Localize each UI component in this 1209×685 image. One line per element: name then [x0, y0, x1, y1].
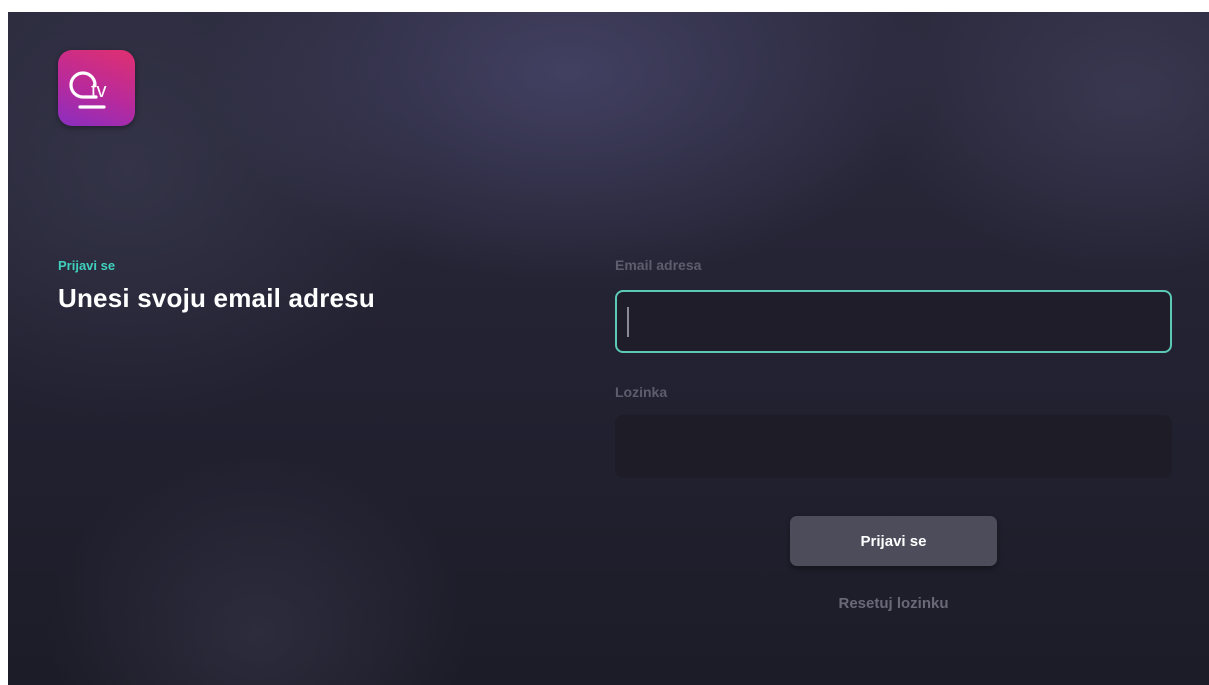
password-field[interactable] — [615, 415, 1172, 478]
reset-password-link[interactable]: Resetuj lozinku — [790, 595, 997, 612]
email-label: Email adresa — [615, 257, 702, 273]
text-caret — [627, 307, 629, 337]
login-screen: tv Prijavi se Unesi svoju email adresu E… — [8, 12, 1209, 685]
email-field[interactable] — [615, 290, 1172, 353]
page-title: Unesi svoju email adresu — [58, 283, 375, 313]
logo-text: tv — [91, 80, 107, 102]
login-kicker: Prijavi se — [58, 258, 116, 273]
password-label: Lozinka — [615, 384, 668, 400]
login-button[interactable]: Prijavi se — [790, 516, 997, 566]
app-logo: tv — [58, 50, 135, 126]
tv-logo-icon: tv — [69, 71, 107, 109]
